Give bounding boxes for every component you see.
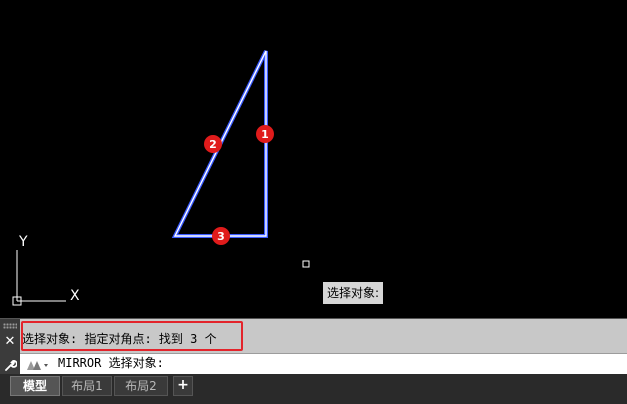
pickbox-cursor bbox=[302, 260, 310, 268]
ucs-icon: Y X bbox=[12, 234, 80, 306]
command-line-panel: ✕ 选择对象: 指定对角点: 找到 3 个 MIRROR 选择对象: bbox=[0, 318, 627, 375]
layout-tab-bar: 模型 布局1 布局2 + bbox=[0, 374, 627, 404]
tab-layout2[interactable]: 布局2 bbox=[114, 376, 168, 396]
marker-2-label: 2 bbox=[209, 138, 217, 151]
command-input-row[interactable]: MIRROR 选择对象: bbox=[20, 353, 627, 374]
wrench-icon[interactable] bbox=[3, 357, 18, 371]
marker-1-label: 1 bbox=[261, 128, 269, 141]
dynamic-input-tooltip: 选择对象: bbox=[323, 282, 384, 304]
grip-dots-icon[interactable] bbox=[3, 323, 17, 329]
ucs-x-label: X bbox=[70, 288, 80, 304]
marker-3-label: 3 bbox=[217, 230, 225, 243]
marker-2: 2 bbox=[204, 135, 222, 153]
drawing-canvas[interactable]: 1 2 3 Y X 选择对象: bbox=[0, 0, 627, 318]
drawing-svg: 1 2 3 Y X bbox=[12, 50, 310, 306]
cad-window: 1 2 3 Y X 选择对象: ✕ 选择对象: 指定对角点: 找到 3 个 MI… bbox=[0, 0, 627, 404]
command-line-handle[interactable]: ✕ bbox=[0, 319, 20, 375]
command-input-field[interactable]: MIRROR 选择对象: bbox=[58, 354, 164, 374]
marker-3: 3 bbox=[212, 227, 230, 245]
command-prompt-icon[interactable] bbox=[26, 357, 50, 371]
tab-model[interactable]: 模型 bbox=[10, 376, 60, 396]
ucs-y-label: Y bbox=[18, 234, 28, 250]
marker-1: 1 bbox=[256, 125, 274, 143]
annotation-highlight-box bbox=[21, 321, 243, 351]
close-icon[interactable]: ✕ bbox=[3, 335, 17, 349]
tab-layout1[interactable]: 布局1 bbox=[62, 376, 112, 396]
add-layout-button[interactable]: + bbox=[173, 376, 193, 396]
